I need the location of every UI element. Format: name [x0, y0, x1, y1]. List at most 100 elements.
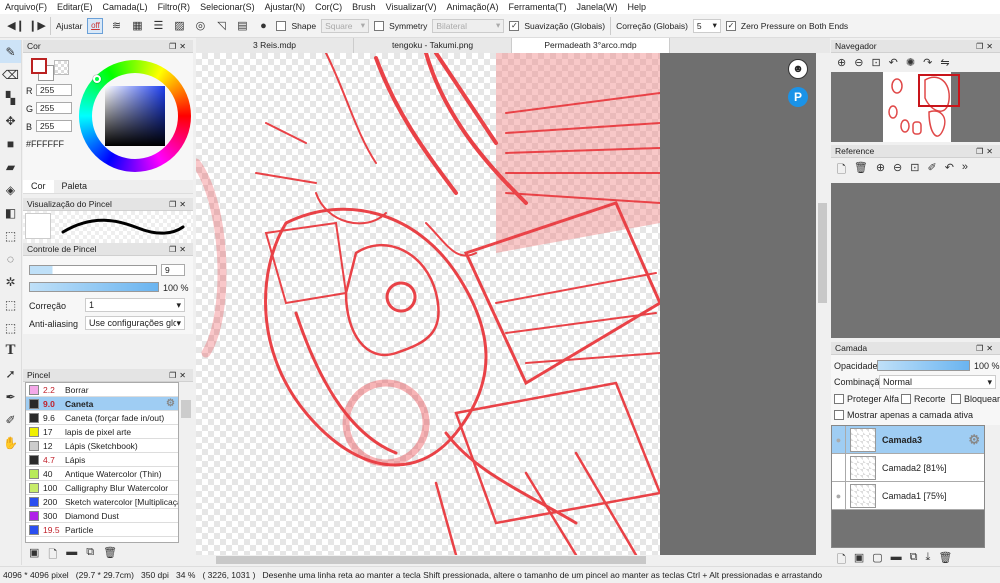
move-tool-icon[interactable]: ✥	[0, 109, 21, 132]
medibang-mascot-icon[interactable]: ☻	[788, 59, 808, 79]
snap-point-icon[interactable]: ●	[255, 18, 271, 34]
brush-correction-select[interactable]: 1 ▾	[85, 298, 185, 312]
brush-item[interactable]: 2.2 Borrar	[26, 383, 178, 397]
horizontal-scrollbar[interactable]	[196, 555, 830, 565]
smoothing-checkbox[interactable]: ✓	[509, 20, 520, 31]
viewport-rect[interactable]	[918, 74, 960, 107]
brush-item[interactable]: 9.0 Caneta ⚙	[26, 397, 178, 411]
menu-editar[interactable]: Editar(E)	[52, 0, 98, 14]
snap-grid-icon[interactable]: ▦	[129, 18, 145, 34]
delete-reference-icon[interactable]: 🗑	[854, 161, 868, 180]
lock-checkbox[interactable]	[951, 394, 961, 404]
operation-tool-icon[interactable]: ➚	[0, 362, 21, 385]
tab-tengoku[interactable]: tengoku - Takumi.png	[354, 38, 512, 53]
b-input[interactable]: 255	[36, 120, 72, 132]
zoom-in-icon[interactable]: ⊕	[837, 56, 846, 69]
eraser-tool-icon[interactable]: ⌫	[0, 63, 21, 86]
zoom-out-icon[interactable]: ⊖	[854, 56, 863, 69]
new-brush-icon[interactable]: 🗋	[48, 546, 57, 565]
delete-brush-icon[interactable]: 🗑	[103, 546, 117, 565]
panel-controls[interactable]: ❐✕	[169, 200, 189, 209]
fill-tool-icon[interactable]: ▰	[0, 155, 21, 178]
tab-paleta[interactable]: Paleta	[54, 180, 96, 193]
snap-circle-icon[interactable]: ◎	[192, 18, 208, 34]
duplicate-brush-icon[interactable]: ⧉	[86, 546, 94, 565]
brush-item[interactable]: 200 Sketch watercolor [Multiplicação]	[26, 495, 178, 509]
g-input[interactable]: 255	[36, 102, 72, 114]
panel-controls[interactable]: ❐✕	[976, 147, 996, 156]
shape-select[interactable]: Square ▾	[321, 18, 370, 33]
menu-cor[interactable]: Cor(C)	[310, 0, 347, 14]
drawing-canvas[interactable]	[196, 53, 660, 555]
menu-visualizar[interactable]: Visualizar(V)	[381, 0, 442, 14]
hue-handle[interactable]	[93, 75, 101, 83]
gear-icon[interactable]: ⚙	[166, 398, 175, 409]
tab-permadeath[interactable]: Permadeath 3°arco.mdp	[512, 38, 670, 53]
brush-opacity-slider[interactable]	[29, 282, 159, 292]
eyedropper-icon[interactable]: ✐	[927, 161, 936, 180]
rotate-left-icon[interactable]: ↶	[889, 56, 898, 69]
menu-animacao[interactable]: Animação(A)	[441, 0, 503, 14]
layer-opacity-slider[interactable]	[877, 360, 970, 371]
panel-controls[interactable]: ❐✕	[169, 42, 189, 51]
menu-brush[interactable]: Brush	[347, 0, 381, 14]
brush-item[interactable]: 40 Antique Watercolor (Thin)	[26, 467, 178, 481]
layer-item[interactable]: ● Camada1 [75%]	[832, 482, 984, 510]
layer-item[interactable]: Camada2 [81%]	[832, 454, 984, 482]
select-rect-tool-icon[interactable]: ⬚	[0, 224, 21, 247]
menu-ajustar[interactable]: Ajustar(N)	[260, 0, 311, 14]
tab-cor[interactable]: Cor	[23, 180, 54, 193]
panel-controls[interactable]: ❐✕	[169, 371, 189, 380]
zoom-fit-icon[interactable]: ⊡	[910, 161, 919, 180]
transparent-color-swatch[interactable]	[54, 60, 69, 75]
brush-folder-icon[interactable]: ▬	[66, 546, 77, 565]
brush-save-icon[interactable]: ▣	[29, 546, 39, 565]
r-input[interactable]: 255	[36, 84, 72, 96]
new-reference-icon[interactable]: 🗋	[837, 161, 846, 180]
menu-selecionar[interactable]: Selecionar(S)	[195, 0, 260, 14]
brush-item[interactable]: 4.7 Lápis	[26, 453, 178, 467]
zoom-fit-icon[interactable]: ⊡	[871, 56, 880, 69]
canvas-area[interactable]: ☻ P	[196, 53, 816, 555]
lasso-tool-icon[interactable]: ◌	[0, 247, 21, 270]
menu-janela[interactable]: Janela(W)	[572, 0, 623, 14]
pixiv-icon[interactable]: P	[788, 87, 808, 107]
navigator-preview[interactable]	[831, 72, 1000, 142]
snap-off-button[interactable]: off	[87, 17, 104, 34]
brush-item[interactable]: 100 Calligraphy Blur Watercolor	[26, 481, 178, 495]
select-eraser-tool-icon[interactable]: ⬚	[0, 316, 21, 339]
prev-frame-icon[interactable]: ◀❙	[7, 18, 25, 34]
vertical-scrollbar[interactable]	[816, 53, 829, 555]
clipping-checkbox[interactable]	[901, 394, 911, 404]
layer-item[interactable]: ● Camada3 ⚙	[832, 426, 984, 454]
rotate-reset-icon[interactable]: ✺	[906, 56, 915, 69]
more-icon[interactable]: »	[962, 161, 968, 180]
bucket-tool-icon[interactable]: ◈	[0, 178, 21, 201]
gradient-tool-icon[interactable]: ◧	[0, 201, 21, 224]
brush-item[interactable]: 17 lapis de pixel arte	[26, 425, 178, 439]
symmetry-checkbox[interactable]	[374, 20, 385, 31]
panel-controls[interactable]: ❐✕	[976, 344, 996, 353]
zoom-out-icon[interactable]: ⊖	[893, 161, 902, 180]
magic-wand-tool-icon[interactable]: ✲	[0, 270, 21, 293]
show-active-only-checkbox[interactable]	[834, 410, 844, 420]
brush-size-input[interactable]: 9	[161, 264, 185, 276]
brush-item[interactable]: 300 Diamond Dust	[26, 509, 178, 523]
dot-tool-icon[interactable]: ▚	[0, 86, 21, 109]
correction-select[interactable]: 5 ▾	[692, 18, 721, 33]
flip-horizontal-icon[interactable]: ⇋	[940, 56, 949, 69]
panel-controls[interactable]: ❐✕	[976, 42, 996, 51]
menu-filtro[interactable]: Filtro(R)	[153, 0, 196, 14]
protect-alpha-checkbox[interactable]	[834, 394, 844, 404]
anti-aliasing-select[interactable]: Use configurações globais▾	[85, 316, 185, 330]
snap-horizontal-icon[interactable]: ☰	[150, 18, 166, 34]
fill-rect-tool-icon[interactable]: ■	[0, 132, 21, 155]
brush-item[interactable]: 12 Lápis (Sketchbook)	[26, 439, 178, 453]
menu-arquivo[interactable]: Arquivo(F)	[0, 0, 52, 14]
brush-item[interactable]: 9.6 Caneta (forçar fade in/out)	[26, 411, 178, 425]
shape-checkbox[interactable]	[276, 20, 287, 31]
visibility-hidden-icon[interactable]	[832, 454, 846, 481]
symmetry-select[interactable]: Bilateral ▾	[432, 18, 505, 33]
snap-perspective-icon[interactable]: ▤	[234, 18, 250, 34]
menu-help[interactable]: Help	[623, 0, 652, 14]
